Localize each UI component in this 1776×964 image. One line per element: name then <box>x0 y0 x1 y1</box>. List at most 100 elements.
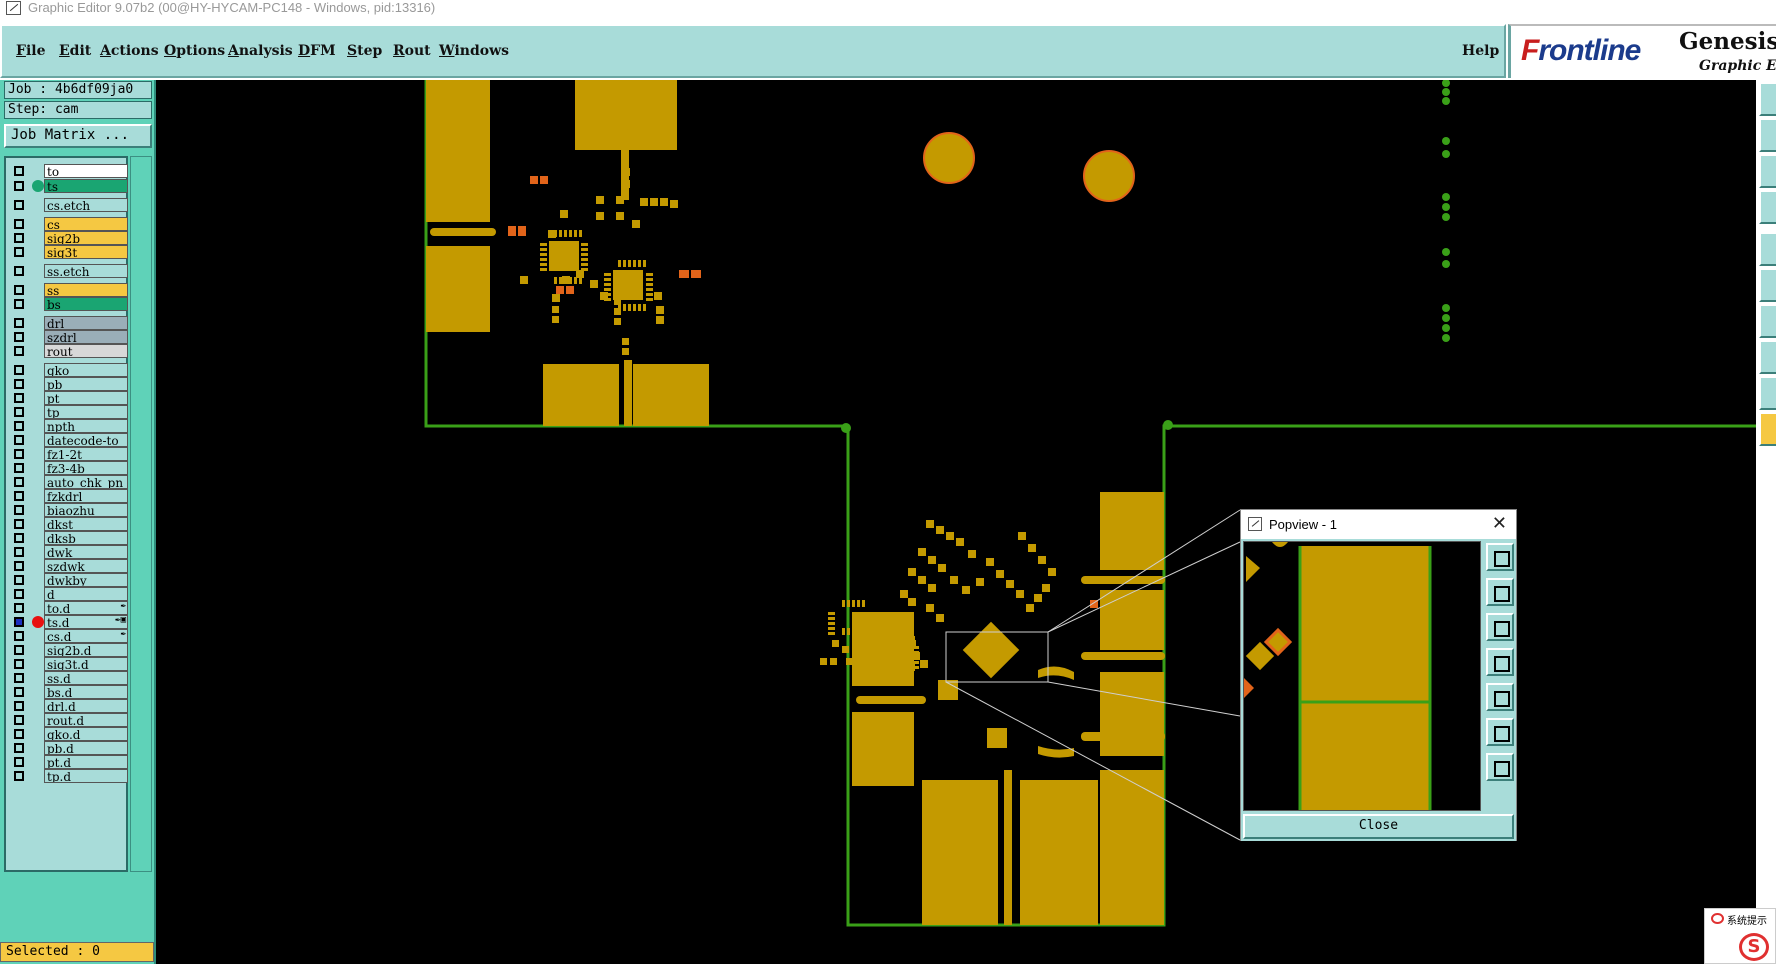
layer-row[interactable]: gko.d <box>8 727 128 741</box>
layer-checkbox[interactable] <box>14 743 24 753</box>
close-icon[interactable]: ✕ <box>1492 513 1507 534</box>
layer-name[interactable]: dwk <box>44 545 128 559</box>
layer-checkbox[interactable] <box>14 435 24 445</box>
layer-name[interactable]: ss.etch <box>44 264 128 278</box>
layer-name[interactable]: dksb <box>44 531 128 545</box>
layer-checkbox[interactable] <box>14 701 24 711</box>
layer-name[interactable]: cs.d <box>44 629 128 643</box>
layer-row[interactable]: szdrl <box>8 330 128 344</box>
layer-checkbox[interactable] <box>14 771 24 781</box>
layer-name[interactable]: gko <box>44 363 128 377</box>
layer-name[interactable]: sig3t <box>44 245 128 259</box>
popview-zoom-view[interactable] <box>1243 541 1481 811</box>
layer-name[interactable]: cs <box>44 217 128 231</box>
right-tool-button[interactable] <box>1759 304 1776 338</box>
layer-row[interactable]: sig3t.d <box>8 657 128 671</box>
layer-name[interactable]: rout <box>44 344 128 358</box>
layer-name[interactable]: gko.d <box>44 727 128 741</box>
layer-row[interactable]: ts.d ✒▣ <box>8 615 128 629</box>
layer-row[interactable]: drl.d <box>8 699 128 713</box>
layer-name[interactable]: auto_chk_pn <box>44 475 128 489</box>
layer-row[interactable]: bs <box>8 297 128 311</box>
zoom-icon[interactable] <box>1486 648 1514 676</box>
layer-row[interactable]: cs <box>8 217 128 231</box>
layer-checkbox[interactable] <box>14 617 24 627</box>
layer-checkbox[interactable] <box>14 266 24 276</box>
layer-name[interactable]: pb.d <box>44 741 128 755</box>
menu-options[interactable]: Options <box>164 43 225 59</box>
layer-list-scrollbar[interactable] <box>130 156 152 872</box>
layer-row[interactable]: sig3t <box>8 245 128 259</box>
layer-checkbox[interactable] <box>14 603 24 613</box>
layer-row[interactable]: to <box>8 164 128 178</box>
layer-checkbox[interactable] <box>14 421 24 431</box>
layer-row[interactable]: gko <box>8 363 128 377</box>
layer-row[interactable]: pb.d <box>8 741 128 755</box>
menu-step[interactable]: Step <box>347 43 382 59</box>
layer-name[interactable]: fz1-2t <box>44 447 128 461</box>
layer-checkbox[interactable] <box>14 757 24 767</box>
layer-row[interactable]: pb <box>8 377 128 391</box>
layer-name[interactable]: ts <box>44 179 128 193</box>
layer-row[interactable]: sig2b <box>8 231 128 245</box>
layer-row[interactable]: dksb <box>8 531 128 545</box>
menu-file[interactable]: File <box>16 43 46 59</box>
layer-name[interactable]: szdrl <box>44 330 128 344</box>
layer-checkbox[interactable] <box>14 575 24 585</box>
layer-row[interactable]: fz1-2t <box>8 447 128 461</box>
menu-windows[interactable]: Windows <box>439 43 509 59</box>
layer-checkbox[interactable] <box>14 729 24 739</box>
layer-checkbox[interactable] <box>14 505 24 515</box>
layer-checkbox[interactable] <box>14 673 24 683</box>
layer-row[interactable]: dwkby <box>8 573 128 587</box>
layer-checkbox[interactable] <box>14 247 24 257</box>
layer-name[interactable]: fzkdrl <box>44 489 128 503</box>
layer-row[interactable]: rout.d <box>8 713 128 727</box>
system-notice[interactable]: 系统提示 S <box>1704 908 1776 964</box>
layer-name[interactable]: sig2b <box>44 231 128 245</box>
menu-edit[interactable]: Edit <box>59 43 91 59</box>
right-tool-button[interactable] <box>1759 118 1776 152</box>
layer-row[interactable]: datecode-to <box>8 433 128 447</box>
layer-row[interactable]: dwk <box>8 545 128 559</box>
zoom-icon[interactable] <box>1486 613 1514 641</box>
layer-checkbox[interactable] <box>14 365 24 375</box>
layer-row[interactable]: ss <box>8 283 128 297</box>
right-tool-button[interactable] <box>1759 268 1776 302</box>
layer-row[interactable]: tp.d <box>8 769 128 783</box>
layer-checkbox[interactable] <box>14 299 24 309</box>
menu-actions[interactable]: Actions <box>100 43 159 59</box>
layer-checkbox[interactable] <box>14 533 24 543</box>
layer-row[interactable]: fz3-4b <box>8 461 128 475</box>
layer-checkbox[interactable] <box>14 491 24 501</box>
layer-row[interactable]: to.d ✒ <box>8 601 128 615</box>
zoom-icon[interactable] <box>1486 578 1514 606</box>
layer-row[interactable]: szdwk <box>8 559 128 573</box>
layer-name[interactable]: bs <box>44 297 128 311</box>
layer-name[interactable]: drl <box>44 316 128 330</box>
layer-checkbox[interactable] <box>14 715 24 725</box>
right-tool-button[interactable] <box>1759 82 1776 116</box>
layer-row[interactable]: fzkdrl <box>8 489 128 503</box>
layer-name[interactable]: cs.etch <box>44 198 128 212</box>
layer-name[interactable]: pt.d <box>44 755 128 769</box>
right-tool-button[interactable] <box>1759 190 1776 224</box>
layer-checkbox[interactable] <box>14 332 24 342</box>
layer-checkbox[interactable] <box>14 181 24 191</box>
layer-row[interactable]: ts <box>8 179 128 193</box>
layer-row[interactable]: pt <box>8 391 128 405</box>
layer-name[interactable]: szdwk <box>44 559 128 573</box>
layer-row[interactable]: rout <box>8 344 128 358</box>
layer-row[interactable]: drl <box>8 316 128 330</box>
layer-name[interactable]: datecode-to <box>44 433 128 447</box>
popview-titlebar[interactable]: Popview - 1 ✕ <box>1241 510 1516 539</box>
layer-name[interactable]: dkst <box>44 517 128 531</box>
layer-row[interactable]: d <box>8 587 128 601</box>
right-tool-button[interactable] <box>1759 154 1776 188</box>
menu-analysis[interactable]: Analysis <box>228 43 293 59</box>
layer-checkbox[interactable] <box>14 547 24 557</box>
layer-checkbox[interactable] <box>14 318 24 328</box>
layer-checkbox[interactable] <box>14 645 24 655</box>
layer-checkbox[interactable] <box>14 463 24 473</box>
zoom-icon[interactable] <box>1486 718 1514 746</box>
